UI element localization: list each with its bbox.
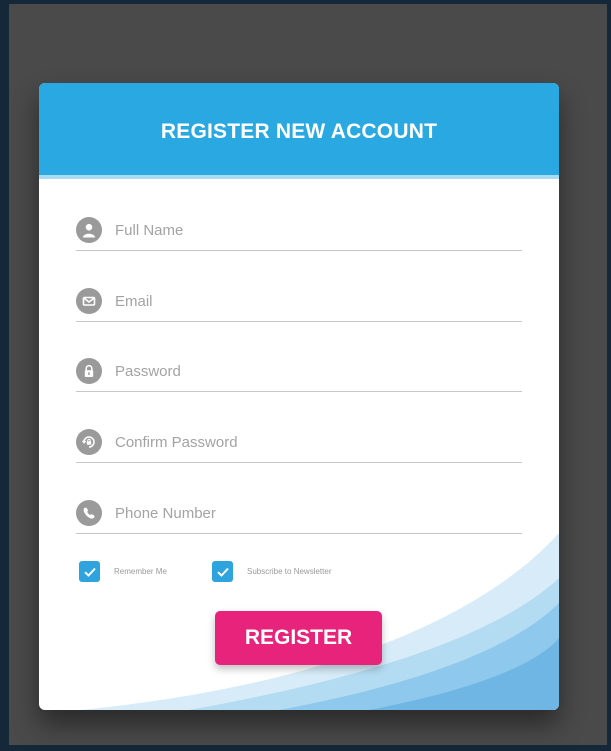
remember-me-option[interactable]: Remember Me [79, 561, 167, 582]
user-icon [76, 217, 102, 243]
frame-right [607, 0, 611, 751]
phone-number-input[interactable] [115, 504, 495, 522]
envelope-icon [76, 288, 102, 314]
full-name-field-row [76, 210, 522, 251]
lock-confirm-icon [76, 429, 102, 455]
password-field-row [76, 351, 522, 392]
email-input[interactable] [115, 292, 495, 310]
subscribe-newsletter-option[interactable]: Subscribe to Newsletter [212, 561, 331, 582]
subscribe-newsletter-label: Subscribe to Newsletter [247, 567, 332, 576]
frame-bottom [0, 745, 611, 751]
confirm-password-input[interactable] [115, 433, 495, 451]
confirm-password-field-row [76, 422, 522, 463]
phone-icon [76, 500, 102, 526]
checkmark-icon [216, 567, 229, 577]
full-name-input[interactable] [115, 221, 495, 239]
remember-me-label: Remember Me [114, 567, 167, 576]
lock-icon [76, 358, 102, 384]
remember-me-checkbox[interactable] [79, 561, 100, 582]
register-button[interactable]: REGISTER [215, 611, 382, 665]
page-title: REGISTER NEW ACCOUNT [160, 119, 438, 143]
frame-top [0, 0, 611, 4]
password-input[interactable] [115, 362, 495, 380]
email-field-row [76, 281, 522, 322]
card-header: REGISTER NEW ACCOUNT [39, 83, 559, 179]
register-card: REGISTER NEW ACCOUNT Full Name Email Pho… [39, 83, 559, 710]
checkmark-icon [83, 567, 96, 577]
frame-left [0, 0, 9, 751]
subscribe-newsletter-checkbox[interactable] [212, 561, 233, 582]
phone-field-row [76, 493, 522, 534]
